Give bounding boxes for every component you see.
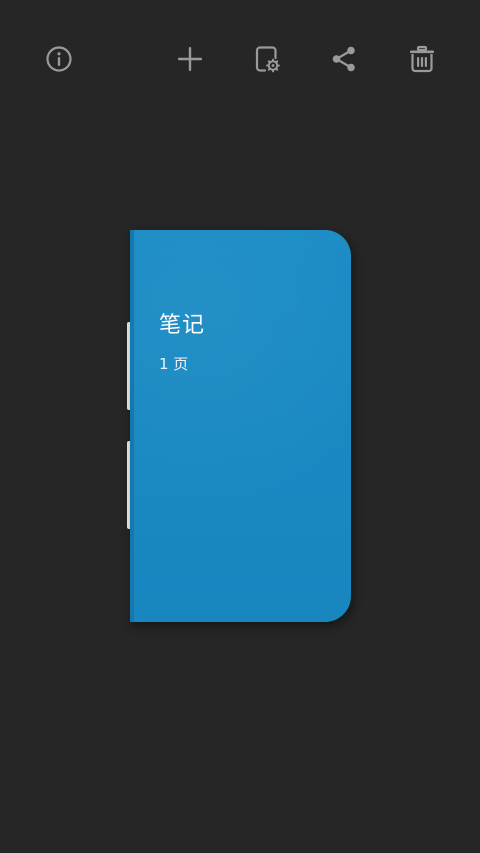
notebook-settings-icon <box>253 45 281 73</box>
top-toolbar <box>0 0 480 118</box>
share-icon <box>330 45 358 73</box>
share-button[interactable] <box>321 36 367 82</box>
notebook-cover: 笔记 1 页 <box>130 230 351 622</box>
delete-button[interactable] <box>399 36 445 82</box>
info-button[interactable] <box>36 36 82 82</box>
notebook-spine <box>130 230 134 622</box>
add-button[interactable] <box>167 36 213 82</box>
notebook-settings-button[interactable] <box>244 36 290 82</box>
notebook-page-count: 1 页 <box>159 355 189 373</box>
notebook-card[interactable]: 笔记 1 页 <box>127 230 351 622</box>
trash-icon <box>408 45 436 73</box>
info-icon <box>45 45 73 73</box>
notebook-screen: 笔记 1 页 <box>0 0 480 853</box>
notebook-title: 笔记 <box>159 313 206 338</box>
add-icon <box>176 45 204 73</box>
